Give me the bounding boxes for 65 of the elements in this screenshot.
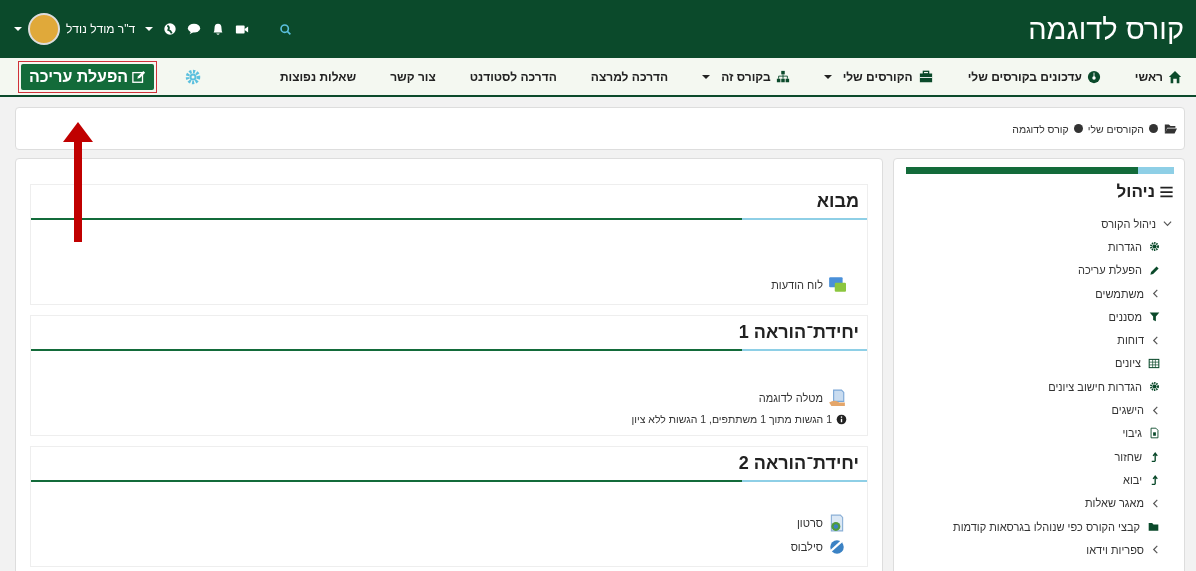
table-icon bbox=[1148, 357, 1160, 369]
section-title: יחידת־הוראה 2 bbox=[737, 453, 859, 474]
tree-item[interactable]: מאגר שאלות bbox=[1082, 491, 1162, 515]
caret-icon bbox=[145, 27, 154, 31]
breadcrumb-link[interactable]: קורס לדוגמה bbox=[1012, 122, 1069, 135]
tree-item[interactable]: גיבוי bbox=[1120, 421, 1162, 445]
tree-item[interactable]: יבוא bbox=[1121, 468, 1162, 492]
avatar-icon bbox=[28, 13, 60, 45]
user-name: ד"ר מודל נודל bbox=[66, 22, 136, 36]
nav-item[interactable]: עדכונים בקורסים שלי bbox=[967, 69, 1101, 84]
menu-icon bbox=[1159, 185, 1174, 199]
nav-item[interactable]: הדרכה לסטודנט bbox=[469, 69, 557, 84]
gear-icon bbox=[1149, 241, 1160, 253]
tree-item[interactable]: הפעלת עריכה bbox=[1076, 258, 1162, 282]
tree-item[interactable]: קבצי הקורס כפי שנוהלו בגרסאות קודמות bbox=[951, 514, 1162, 539]
tree-item[interactable]: הגדרות חישוב ציונים bbox=[1046, 375, 1162, 399]
tree-item[interactable]: ספריות וידאו bbox=[1084, 538, 1162, 562]
activity-link[interactable]: לוח הודעות bbox=[771, 276, 847, 294]
search-icon bbox=[279, 22, 293, 36]
course-title: קורס לדוגמה bbox=[1028, 12, 1184, 46]
chat-icon bbox=[187, 22, 202, 36]
nav-item[interactable]: ראשי bbox=[1134, 69, 1182, 84]
activity-note: 1 הגשות מתוך 1 משתתפים, 1 הגשות ללא ציון bbox=[631, 413, 832, 425]
nav-item[interactable]: בקורס זה bbox=[702, 69, 790, 84]
activity-link[interactable]: סרטון bbox=[797, 514, 847, 532]
folder-icon bbox=[1147, 521, 1160, 532]
sitemap-icon bbox=[775, 69, 790, 84]
nav-item[interactable]: הדרכה למרצה bbox=[590, 69, 669, 84]
tree-item[interactable]: ניהול הקורס bbox=[1099, 212, 1174, 236]
activity-link[interactable]: סילבוס bbox=[790, 538, 847, 556]
activity-link[interactable]: מטלה לדוגמה bbox=[758, 389, 847, 407]
tree-item[interactable]: שחזור bbox=[1112, 444, 1162, 469]
tree-item[interactable]: ציונים bbox=[1112, 351, 1162, 376]
nav-item[interactable]: שאלות נפוצות bbox=[279, 69, 357, 84]
caret-icon bbox=[14, 27, 22, 31]
globe-link-icon bbox=[827, 538, 847, 556]
tree-item[interactable]: דוחות bbox=[1115, 328, 1162, 352]
file-icon bbox=[1149, 427, 1160, 440]
info-icon bbox=[836, 413, 847, 425]
folder-open-icon bbox=[1163, 122, 1178, 135]
block-title: ניהול bbox=[1116, 182, 1155, 202]
upload-icon bbox=[1149, 451, 1160, 463]
tree-item[interactable]: הגדרות bbox=[1105, 235, 1162, 259]
pencil-icon bbox=[1149, 264, 1160, 276]
gear-icon bbox=[1149, 381, 1160, 393]
caret-icon bbox=[702, 74, 711, 79]
edit-icon bbox=[132, 69, 147, 84]
tree-item[interactable]: מסננים bbox=[1106, 305, 1162, 329]
tree-item[interactable]: הישגים bbox=[1109, 398, 1162, 422]
document-hand-icon bbox=[827, 389, 847, 407]
chat-bubbles-icon bbox=[827, 276, 847, 294]
home-icon bbox=[1168, 69, 1182, 84]
nav-item[interactable]: צור קשר bbox=[390, 69, 436, 84]
nav-item[interactable]: הקורסים שלי bbox=[823, 69, 934, 84]
section-title: מבוא bbox=[815, 191, 859, 212]
edit-mode-button[interactable]: הפעלת עריכה bbox=[21, 63, 155, 90]
section-title: יחידת־הוראה 1 bbox=[737, 322, 859, 343]
caret-icon bbox=[823, 74, 832, 79]
settings-icon bbox=[185, 68, 202, 85]
tree-item[interactable]: משתמשים bbox=[1093, 281, 1162, 306]
briefcase-icon bbox=[917, 69, 934, 84]
filter-icon bbox=[1149, 311, 1160, 323]
user-menu[interactable]: ד"ר מודל נודל bbox=[14, 13, 136, 45]
upload-icon bbox=[1149, 474, 1160, 486]
breadcrumb-link[interactable]: הקורסים שלי bbox=[1087, 122, 1144, 135]
